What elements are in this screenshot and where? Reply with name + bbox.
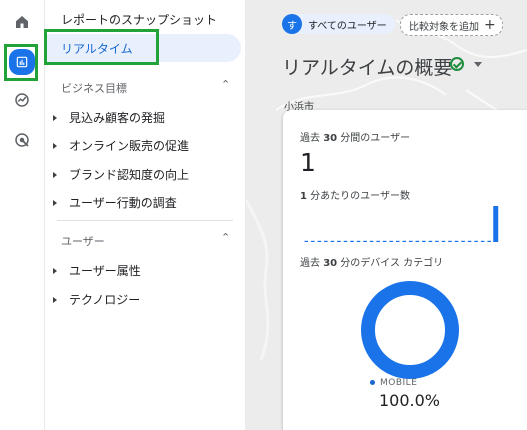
nav-item-label: ユーザー行動の調査 [69,196,177,210]
nav-item-demographics[interactable]: ユーザー属性 [53,262,141,279]
donut-slice-mobile [361,281,459,379]
expand-arrow-icon [53,267,57,274]
minute-bar [317,240,322,242]
minute-bar [311,240,315,242]
nav-item-label: 見込み顧客の発掘 [69,111,166,125]
minute-bar [337,240,341,242]
minute-bar [474,240,478,242]
minute-bar [343,240,348,242]
minute-bar [454,240,459,242]
minute-bar [480,240,485,242]
minute-bar [304,240,309,242]
icon-rail [0,0,45,430]
device-percentage: 100.0% [379,391,441,410]
minute-bar [428,240,433,242]
caret-down-icon[interactable] [474,62,482,67]
nav-item-technology[interactable]: テクノロジー [53,291,140,308]
segment-badge: す [282,14,302,34]
minute-bar [402,240,407,242]
expand-arrow-icon [53,114,57,121]
expand-arrow-icon [53,296,57,303]
minute-bar [448,240,452,242]
home-icon[interactable] [6,6,38,38]
device-legend: MOBILE [370,378,417,388]
nav-divider [57,220,233,221]
minute-bar [467,240,472,242]
device-category-label: 過去 30 分のデバイス カテゴリ [300,258,444,269]
users-30min-count: 1 [300,148,316,177]
minute-bar [435,240,439,242]
all-users-label: すべてのユーザー [308,20,387,32]
users-per-minute-chart [304,206,499,242]
nav-item-user-behavior[interactable]: ユーザー行動の調査 [53,194,177,211]
page-title: リアルタイムの概要 [282,57,453,79]
section-user[interactable]: ユーザー [61,233,105,249]
minute-bar [369,240,374,242]
check-circle-icon[interactable] [450,57,464,71]
legend-dot [370,380,375,385]
add-comparison-button[interactable]: 比較対象を追加 + [400,14,503,36]
minute-bar [376,240,380,242]
nav-item-lead-generation[interactable]: 見込み顧客の発掘 [53,109,165,126]
realtime-users-card: 過去 30 分間のユーザー 1 1 分あたりのユーザー数 過去 30 分のデバイ… [283,110,527,430]
minute-bar [324,240,328,242]
chevron-up-icon[interactable]: ⌃ [221,231,230,244]
expand-arrow-icon [53,199,57,206]
nav-item-label: ユーザー属性 [69,264,141,278]
add-comparison-label: 比較対象を追加 [409,21,479,33]
minute-bar [395,240,400,242]
minute-bar [461,240,465,242]
explore-icon[interactable] [6,84,38,116]
minute-bar [409,240,413,242]
minute-bar [415,240,420,242]
main-content: す すべてのユーザー 比較対象を追加 + リアルタイムの概要 小浜市 過去 30… [246,0,527,430]
users-per-minute-label: 1 分あたりのユーザー数 [300,191,410,202]
legend-label: MOBILE [380,378,418,388]
reports-highlight-box [4,44,38,81]
nav-item-online-sales[interactable]: オンライン販売の促進 [53,137,189,154]
plus-icon: + [484,17,496,33]
minute-bar [493,206,499,242]
minute-bar [441,240,446,242]
advertising-icon[interactable] [6,124,38,156]
realtime-highlight-box [44,29,159,65]
section-business-goals[interactable]: ビジネス目標 [61,80,127,96]
all-users-chip[interactable]: す すべてのユーザー [282,14,395,34]
minute-bar [363,240,367,242]
nav-item-brand-awareness[interactable]: ブランド認知度の向上 [53,166,189,183]
nav-item-label: オンライン販売の促進 [69,139,190,153]
nav-item-label: ブランド認知度の向上 [69,168,190,182]
minute-bar [389,240,393,242]
expand-arrow-icon [53,142,57,149]
chevron-up-icon[interactable]: ⌃ [221,78,230,91]
nav-item-snapshot[interactable]: レポートのスナップショット [61,11,217,28]
device-category-donut [361,281,459,379]
minute-bar [487,240,491,242]
minute-bar [422,240,426,242]
nav-item-label: テクノロジー [69,293,141,307]
minute-bar [330,240,335,242]
expand-arrow-icon [53,171,57,178]
minute-bar [382,240,387,242]
minute-bar [350,240,354,242]
users-30min-label: 過去 30 分間のユーザー [300,133,411,144]
minute-bar [356,240,361,242]
